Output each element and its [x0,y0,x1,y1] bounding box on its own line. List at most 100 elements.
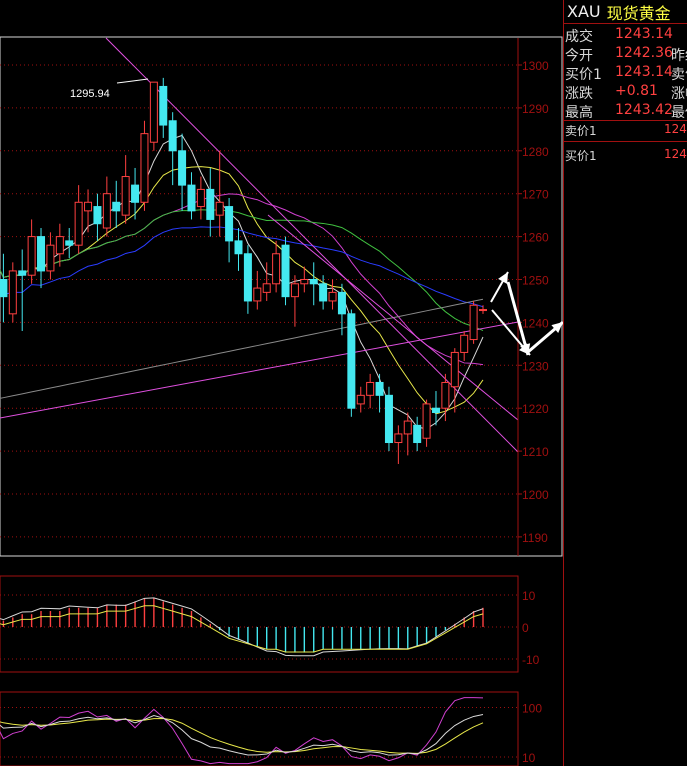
candle-body [74,201,83,246]
high-annotation-label: 1295.94 [70,88,110,100]
candle-body [27,236,36,276]
candle-body [178,150,187,186]
candle-body [375,381,384,396]
macd-dea-line [0,605,484,653]
forecast-arrows [490,271,563,356]
quote-label-2: 昨结 [671,48,687,63]
quote-panel: XAU 现货黄金 成交 1243.14 今开 1242.36 昨结 买价1 12… [563,0,687,766]
price-tick-label: 1260 [522,231,549,245]
candle-body [413,424,422,444]
order-row-bid: 买价1 1243 [564,146,687,164]
candle-body [55,236,64,255]
candle-body [0,279,8,298]
candle-body [8,270,17,315]
quote-value: +0.81 [615,83,658,99]
candle-body [300,279,309,285]
candle-body [469,304,478,341]
high-annotation: 1295.94 [70,78,149,100]
candle-body [403,420,412,435]
candle-body [112,201,121,212]
macd-tick-label: 0 [522,621,529,635]
price-axis: 1300 1290 1280 1270 1260 1250 1240 1230 1220 1210… [517,38,549,556]
candle-body [46,244,55,272]
macd-tick-label: -10 [522,653,540,667]
divider [564,141,687,142]
macd-panel: 10 0 -10 [0,575,540,673]
quote-label: 涨跌 [565,86,593,101]
price-tick-label: 1240 [522,316,549,330]
candle-body [422,403,431,439]
quote-label: 今开 [565,48,593,63]
main-chart-grid [0,36,563,557]
candle-body [328,291,337,302]
quote-label-2: 最低 [671,105,687,120]
macd-tick-label: 10 [522,589,536,603]
candle-body [140,133,149,203]
candle-body [394,433,403,444]
candle-body [347,313,356,409]
candle-body [131,184,140,203]
candlestick-series [0,77,487,464]
price-tick-label: 1220 [522,402,549,416]
kdj-d-line [0,717,484,754]
candle-body [187,184,196,212]
kdj-panel: 100 10 [0,691,542,766]
symbol-name: 现货黄金 [606,3,671,23]
downtrend-line [105,37,519,453]
quote-label: 成交 [565,29,593,44]
order-label: 买价1 [565,149,597,163]
candle-body [159,85,168,126]
candle-body [215,201,224,216]
price-tick-label: 1230 [522,359,549,373]
candle-body [281,244,290,298]
ma5-line [0,134,484,430]
candle-body [272,253,281,285]
price-tick-label: 1280 [522,145,549,159]
price-tick-label: 1250 [522,274,549,288]
uptrend-line [0,321,519,419]
candle-body [149,81,158,143]
price-tick-label: 1300 [522,59,549,73]
ma10-line [0,166,484,415]
ma-long-line [0,298,484,399]
candle-body [384,394,393,444]
candle-body [290,283,299,298]
candle-body [196,188,205,208]
candle-body [102,193,111,229]
quote-row-high: 最高 1243.42 最低 [564,101,687,120]
candle-body [37,236,46,272]
candle-body [366,381,375,396]
kdj-k-line [0,714,484,756]
quote-row-last: 成交 1243.14 [564,25,687,44]
kline-chart[interactable]: 1300 1290 1280 1270 1260 1250 1240 1230 1220 1210… [0,0,563,766]
candle-body [356,394,365,405]
price-tick-label: 1270 [522,188,549,202]
order-value: 1243 [664,147,687,161]
symbol-code: XAU [567,2,601,21]
order-row-ask: 卖价1 1243 [564,121,687,139]
candle-body [253,287,262,302]
candle-body [121,176,130,216]
price-tick-label: 1200 [522,488,549,502]
candle-body [450,351,459,388]
main-chart-frame [0,36,563,557]
candle-body [262,283,271,293]
quote-value: 1243.14 [615,26,673,42]
candle-body [319,283,328,302]
candle-body [93,206,102,225]
quote-value: 1242.36 [615,45,673,61]
candle-body [337,291,346,315]
quote-label-2: 卖价 [671,67,687,82]
candle-body [206,188,215,220]
candle-body [84,201,93,212]
divider [564,23,687,24]
quote-value: 1243.14 [615,64,673,80]
quote-title: XAU 现货黄金 [564,0,687,23]
moving-average-lines [0,134,484,430]
quote-row-bid: 买价1 1243.14 卖价 [564,63,687,82]
candle-body [168,120,177,152]
quote-label: 最高 [565,105,593,120]
candle-body [65,240,74,246]
downtrend-channel-line [267,214,519,421]
order-value: 1243 [664,122,687,136]
